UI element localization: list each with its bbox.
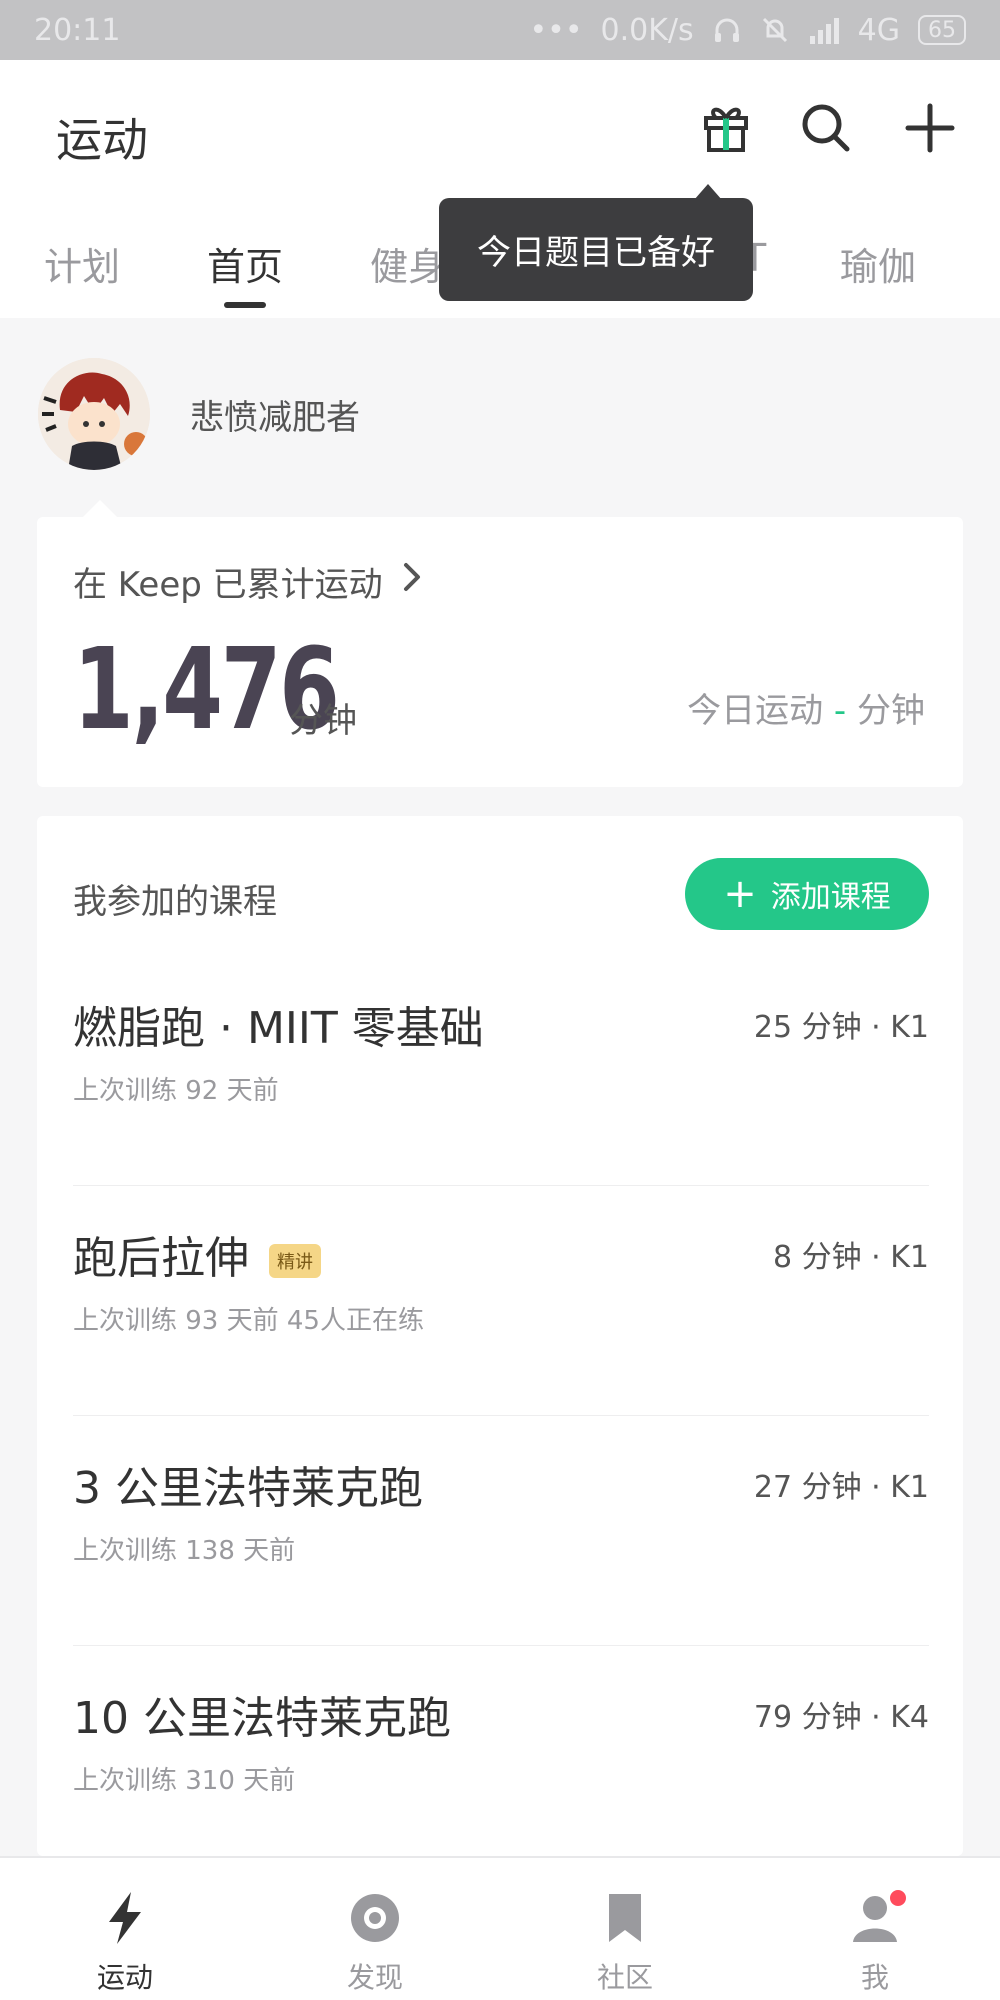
avatar[interactable] <box>38 358 150 470</box>
course-duration-level: 27 分钟 · K1 <box>753 1470 929 1505</box>
today-exercise: 今日运动 - 分钟 <box>687 683 925 732</box>
courses-card: 我参加的课程 + 添加课程 燃脂跑 · MIIT 零基础 上次训练 92 天前 … <box>37 816 963 1856</box>
course-meta: 上次训练 310 天前 <box>73 1766 296 1796</box>
course-duration-level: 8 分钟 · K1 <box>773 1240 929 1275</box>
status-network: 4G <box>857 12 900 48</box>
course-meta: 上次训练 92 天前 <box>73 1076 279 1106</box>
course-item[interactable]: 跑后拉伸 精讲 上次训练 93 天前 45人正在练 8 分钟 · K1 <box>73 1186 929 1416</box>
mute-bell-icon <box>760 15 790 45</box>
discover-icon <box>345 1888 405 1948</box>
plus-icon: + <box>723 871 757 917</box>
course-duration-level: 25 分钟 · K1 <box>753 1010 929 1045</box>
gift-icon[interactable] <box>698 100 754 156</box>
headphone-icon <box>712 15 742 45</box>
tab-yoga[interactable]: 瑜伽 <box>840 236 916 291</box>
screen: 20:11 ••• 0.0K/s 4G 65 运动 计划 首页 健身 瑜伽 今日… <box>0 0 1000 2000</box>
battery-indicator: 65 <box>918 15 966 45</box>
status-dots: ••• <box>529 12 583 48</box>
stats-card[interactable]: 在 Keep 已累计运动 1,476 分钟 今日运动 - 分钟 <box>37 517 963 787</box>
nav-discover[interactable]: 发现 <box>250 1858 500 2000</box>
signal-icon <box>808 16 840 44</box>
daily-quiz-tooltip[interactable]: 今日题目已备好 <box>439 198 753 301</box>
bottom-nav: 运动 发现 社区 我 <box>0 1856 1000 2000</box>
nav-label: 运动 <box>96 1961 153 1994</box>
course-item[interactable]: 3 公里法特莱克跑 上次训练 138 天前 27 分钟 · K1 <box>73 1416 929 1646</box>
search-icon[interactable] <box>798 100 854 156</box>
username[interactable]: 悲愤减肥者 <box>190 390 360 439</box>
card-notch <box>82 500 118 518</box>
today-value: - <box>833 691 847 731</box>
stats-label: 在 Keep 已累计运动 <box>73 565 383 605</box>
course-name: 跑后拉伸 <box>73 1233 249 1284</box>
nav-me[interactable]: 我 <box>750 1858 1000 2000</box>
bookmark-icon <box>595 1888 655 1948</box>
nav-exercise[interactable]: 运动 <box>0 1858 250 2000</box>
today-unit: 分钟 <box>857 691 925 731</box>
page-title: 运动 <box>56 113 148 167</box>
course-name: 3 公里法特莱克跑 <box>73 1463 423 1514</box>
nav-label: 我 <box>860 1961 889 1994</box>
course-name: 燃脂跑 · MIIT 零基础 <box>73 1003 484 1054</box>
course-meta: 上次训练 93 天前 45人正在练 <box>73 1306 424 1336</box>
course-item[interactable]: 燃脂跑 · MIIT 零基础 上次训练 92 天前 25 分钟 · K1 <box>73 956 929 1186</box>
course-badge: 精讲 <box>269 1244 321 1278</box>
plus-icon[interactable] <box>902 100 958 156</box>
lightning-icon <box>95 1888 155 1948</box>
tab-fitness[interactable]: 健身 <box>370 236 446 291</box>
status-net-speed: 0.0K/s <box>600 12 694 48</box>
chevron-right-icon <box>401 561 423 593</box>
add-course-button[interactable]: + 添加课程 <box>685 858 929 930</box>
course-name: 10 公里法特莱克跑 <box>73 1693 451 1744</box>
courses-title: 我参加的课程 <box>73 882 277 922</box>
status-time: 20:11 <box>34 12 121 48</box>
course-meta: 上次训练 138 天前 <box>73 1536 296 1566</box>
nav-label: 发现 <box>346 1961 403 1994</box>
today-label: 今日运动 <box>687 691 824 731</box>
nav-community[interactable]: 社区 <box>500 1858 750 2000</box>
total-minutes-unit: 分钟 <box>289 701 357 741</box>
course-duration-level: 79 分钟 · K4 <box>753 1700 929 1735</box>
status-bar: 20:11 ••• 0.0K/s 4G 65 <box>0 0 1000 60</box>
tab-home[interactable]: 首页 <box>207 236 283 291</box>
notification-dot <box>890 1890 906 1906</box>
add-course-label: 添加课程 <box>770 880 891 915</box>
course-item[interactable]: 10 公里法特莱克跑 上次训练 310 天前 79 分钟 · K4 <box>73 1646 929 1876</box>
tab-plan[interactable]: 计划 <box>44 236 120 291</box>
active-tab-indicator <box>224 302 266 308</box>
course-name-row: 跑后拉伸 精讲 <box>73 1222 321 1286</box>
nav-label: 社区 <box>596 1961 653 1994</box>
